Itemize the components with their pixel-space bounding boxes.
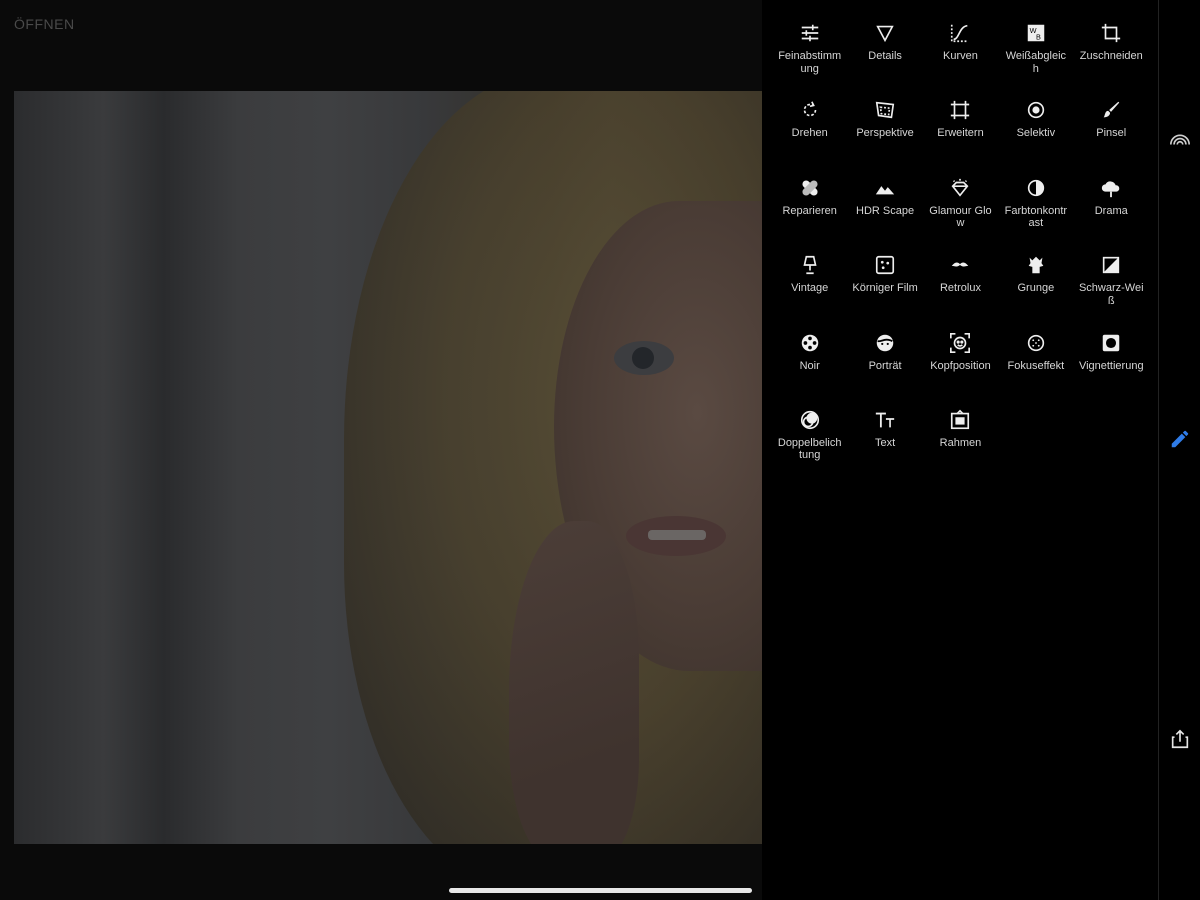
tool-schwarz-weiss[interactable]: Schwarz-Weiß [1074,254,1149,331]
tool-fokuseffekt[interactable]: Fokuseffekt [998,332,1073,409]
tool-label: Perspektive [856,127,914,140]
tool-text[interactable]: Text [847,409,922,486]
cloud-icon [1102,181,1120,197]
white-balance-icon: WB [1027,24,1045,41]
tool-label: Reparieren [782,204,837,217]
black-white-icon [1103,257,1120,274]
tool-noir[interactable]: Noir [772,332,847,409]
right-rail [1158,0,1200,900]
bandage-icon [802,180,818,196]
tool-weissabgleich[interactable]: WB Weißabgleich [998,22,1073,99]
tool-vignettierung[interactable]: Vignettierung [1074,332,1149,409]
tool-label: Rahmen [939,436,982,449]
tool-label: Noir [799,359,820,372]
tool-label: Erweitern [937,127,984,140]
tool-label: Drama [1094,204,1128,217]
lamp-icon [803,256,817,275]
photo-canvas[interactable] [14,91,762,844]
tool-label: Körniger Film [852,282,918,295]
tool-portraet[interactable]: Porträt [847,332,922,409]
tool-label: Vintage [791,282,829,295]
face-icon [876,334,894,351]
tool-vintage[interactable]: Vintage [772,254,847,331]
photo-hand [509,521,639,844]
share-icon[interactable] [1169,728,1191,750]
tool-koerniger-film[interactable]: Körniger Film [847,254,922,331]
tool-kopfposition[interactable]: Kopfposition [923,332,998,409]
tool-grunge[interactable]: Grunge [998,254,1073,331]
rainbow-icon[interactable] [1169,128,1191,150]
tool-drama[interactable]: Drama [1074,177,1149,254]
tool-label: Glamour Glow [929,204,992,230]
tool-label: Zuschneiden [1079,50,1143,62]
tool-pinsel[interactable]: Pinsel [1074,99,1149,176]
tool-label: Selektiv [1016,127,1056,140]
diamond-icon [952,178,969,197]
tool-label: Vignettierung [1078,359,1144,372]
tool-label: Kurven [943,50,978,62]
tool-doppelbelichtung[interactable]: Doppelbelichtung [772,409,847,486]
tool-label: Fokuseffekt [1007,359,1065,372]
tool-hdr-scape[interactable]: HDR Scape [847,177,922,254]
tool-rahmen[interactable]: Rahmen [923,409,998,486]
expand-icon [951,101,970,120]
tools-panel: Feinabstimmung Details Kurven WB Weißabg… [762,0,1158,900]
mustache-icon [952,262,969,267]
tool-label: Drehen [791,127,828,140]
home-indicator [449,888,752,893]
tool-label: Porträt [868,359,902,372]
tool-kurven[interactable]: Kurven [923,22,998,99]
open-button[interactable]: ÖFFNEN [14,16,75,32]
tool-label: Schwarz-Weiß [1078,282,1144,307]
tool-label: Pinsel [1096,127,1127,140]
tool-glamour-glow[interactable]: Glamour Glow [923,177,998,254]
grain-icon [876,256,895,275]
photo-eye [614,341,674,375]
film-reel-icon [801,334,818,351]
photo-lips [626,516,726,556]
tool-selektiv[interactable]: Selektiv [998,99,1073,176]
tool-retrolux[interactable]: Retrolux [923,254,998,331]
tool-label: Details [868,50,902,62]
tool-label: Farbtonkontrast [1004,204,1068,230]
selective-icon [1027,102,1045,119]
tool-label: Text [874,436,896,449]
tool-label: HDR Scape [856,204,915,217]
grunge-icon [1028,256,1044,274]
brush-icon [1103,102,1120,118]
vignette-icon [1103,334,1120,351]
tool-zuschneiden[interactable]: Zuschneiden [1074,22,1149,99]
double-exposure-icon [800,410,819,430]
tool-reparieren[interactable]: Reparieren [772,177,847,254]
triangle-icon [876,25,894,43]
tonal-contrast-icon [1027,179,1045,196]
curves-icon [951,24,969,43]
tool-erweitern[interactable]: Erweitern [923,99,998,176]
tools-grid: Feinabstimmung Details Kurven WB Weißabg… [772,22,1149,486]
tool-label: Weißabgleich [1005,50,1067,75]
tool-label: Feinabstimmung [778,50,842,75]
tool-drehen[interactable]: Drehen [772,99,847,176]
lens-blur-icon [1027,334,1045,351]
tool-label: Doppelbelichtung [777,436,842,462]
perspective-icon [875,102,895,119]
rotate-icon [803,101,817,117]
tool-label: Retrolux [939,282,981,295]
pencil-icon[interactable] [1169,428,1191,450]
svg-text:B: B [1036,32,1041,41]
tool-label: Grunge [1017,282,1055,295]
crop-icon [1102,23,1121,43]
tool-details[interactable]: Details [847,22,922,99]
frame-icon [951,409,970,430]
head-pose-icon [950,332,971,353]
mountain-icon [875,185,895,195]
tool-perspektive[interactable]: Perspektive [847,99,922,176]
tool-farbtonkontrast[interactable]: Farbtonkontrast [998,177,1073,254]
tool-label: Kopfposition [930,359,991,372]
sliders-icon [801,24,818,42]
text-icon [875,412,895,428]
tool-feinabstimmung[interactable]: Feinabstimmung [772,22,847,99]
